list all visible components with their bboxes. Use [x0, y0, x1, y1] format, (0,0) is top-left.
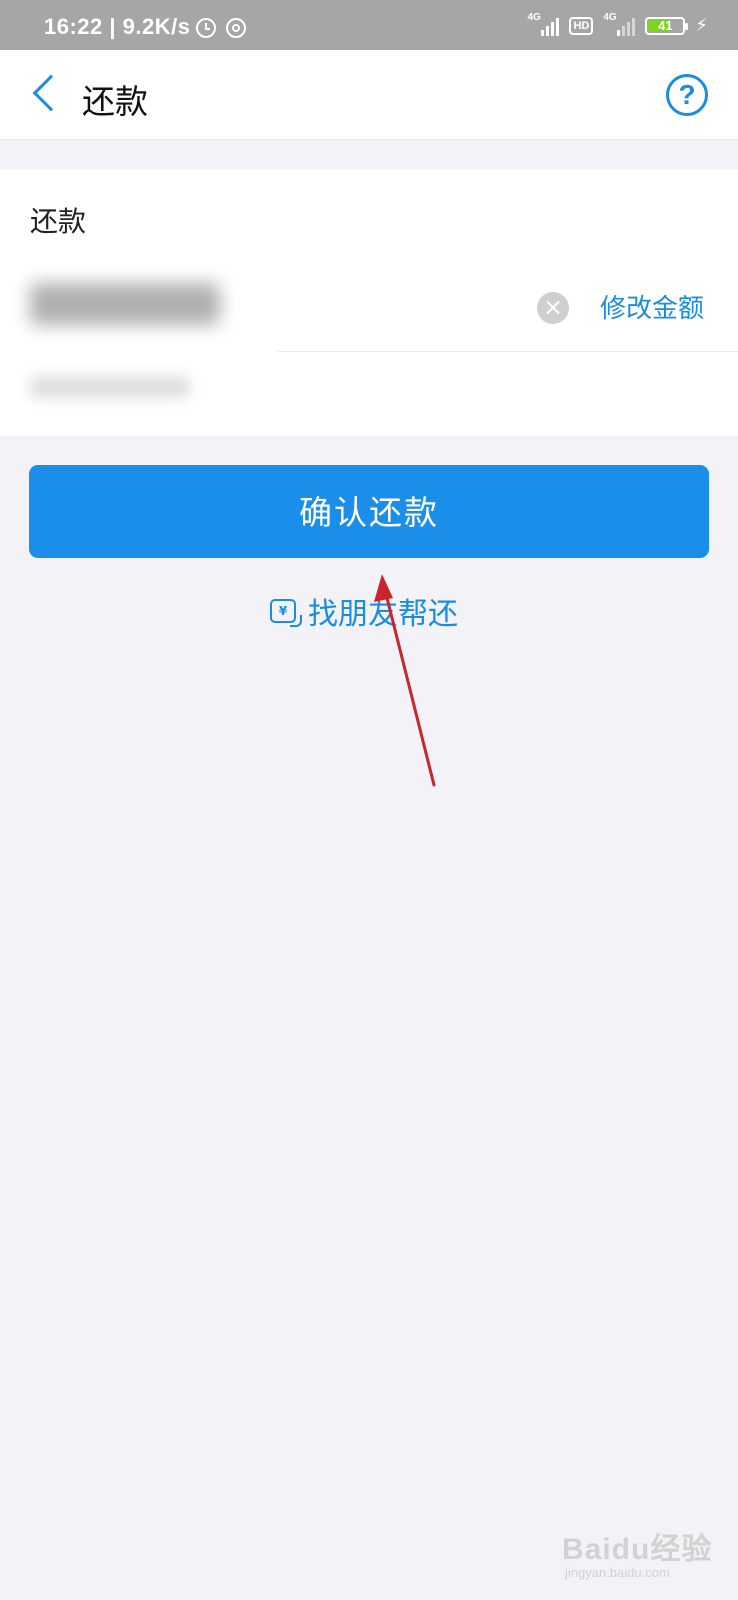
friend-help-link[interactable]: ¥ 找朋友帮还 [270, 591, 458, 632]
status-bar: 16:22 | 9.2K/s 4G HD 4G 41 ⚡ [0, 0, 738, 50]
network-type-label: 4G [527, 12, 541, 23]
repayment-amount-redacted [30, 283, 220, 325]
network-type-label-2: 4G [603, 12, 617, 23]
help-icon[interactable]: ? [666, 74, 708, 116]
repayment-label: 还款 [30, 205, 87, 238]
clear-icon[interactable]: × [537, 292, 569, 324]
status-icons-right: 4G HD 4G 41 ⚡ [527, 12, 708, 36]
repayment-detail-redacted [30, 377, 190, 397]
signal-strength-icon-2: 4G [603, 12, 636, 36]
repayment-card: 还款 × 修改金额 [0, 170, 738, 436]
charging-icon: ⚡ [695, 15, 708, 36]
friend-help-label: 找朋友帮还 [308, 597, 458, 632]
sync-icon [226, 18, 246, 38]
back-icon[interactable] [32, 74, 70, 112]
status-icons-left [196, 18, 246, 38]
baidu-watermark-url: jingyan.baidu.com [565, 1565, 670, 1580]
status-time: 16:22 | 9.2K/s [44, 14, 191, 39]
hd-badge: HD [569, 17, 594, 35]
battery-icon: 41 [645, 17, 689, 35]
signal-strength-icon: 4G [527, 12, 560, 36]
confirm-repayment-button[interactable]: 确认还款 [29, 465, 709, 558]
baidu-watermark: Baidu经验 [562, 1533, 713, 1566]
page-title: 还款 [82, 82, 148, 121]
nav-bar: 还款 ? [0, 50, 738, 140]
battery-level: 41 [658, 18, 673, 33]
chat-bubble-yen-icon: ¥ [270, 599, 302, 627]
divider [278, 351, 738, 352]
alarm-icon [196, 18, 216, 38]
edit-amount-link[interactable]: 修改金额 [600, 288, 704, 325]
